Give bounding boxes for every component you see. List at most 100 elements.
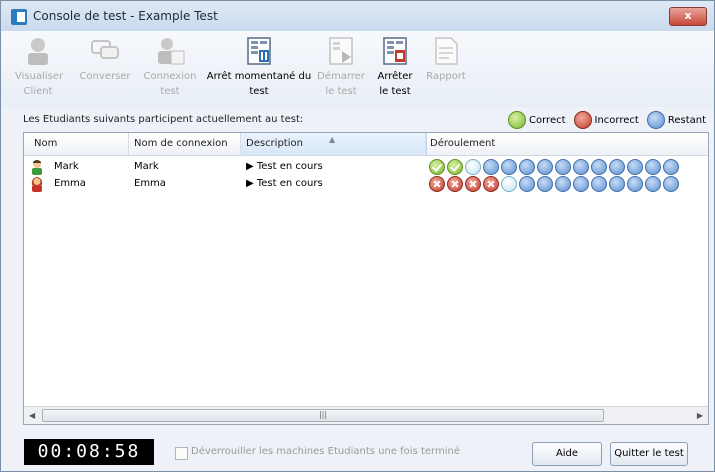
remaining-icon	[646, 111, 665, 129]
table-row[interactable]: Emma Emma ▶ Test en cours	[24, 176, 708, 192]
stop-document-icon	[383, 37, 407, 65]
progress-remaining-icon	[519, 176, 535, 192]
close-button[interactable]: x	[669, 7, 707, 26]
progress-remaining-icon	[627, 176, 643, 192]
horizontal-scrollbar[interactable]: ◀ ||| ▶	[24, 406, 708, 424]
progress-current-icon	[465, 159, 481, 175]
start-test-label: Démarrer	[317, 71, 365, 82]
column-header-progress[interactable]: Déroulement	[430, 138, 495, 149]
progress-remaining-icon	[663, 176, 679, 192]
view-client-label-2: Client	[23, 86, 53, 97]
student-name: Mark	[54, 161, 79, 172]
student-description: ▶ Test en cours	[246, 161, 323, 172]
chat-bubbles-icon	[91, 40, 119, 59]
student-male-icon	[32, 160, 42, 175]
progress-remaining-icon	[663, 159, 679, 175]
view-client-label: Visualiser	[15, 71, 64, 82]
play-document-icon	[329, 37, 353, 65]
legend-correct-label: Correct	[529, 114, 566, 126]
progress-remaining-icon	[555, 159, 571, 175]
app-icon	[11, 9, 27, 25]
sort-ascending-icon: ▲	[329, 135, 336, 144]
progress-remaining-icon	[537, 176, 553, 192]
test-console-window: Console de test - Example Test x Visuali…	[0, 0, 715, 472]
participants-prompt: Les Etudiants suivants participent actue…	[23, 114, 304, 125]
progress-incorrect-icon	[483, 176, 499, 192]
scrollbar-thumb[interactable]: |||	[42, 409, 604, 422]
title-bar: Console de test - Example Test x	[1, 1, 714, 31]
student-description: ▶ Test en cours	[246, 178, 323, 189]
quit-test-button[interactable]: Quitter le test	[610, 442, 688, 466]
connect-test-label: Connexion	[143, 71, 197, 82]
pause-document-icon	[247, 37, 271, 65]
progress-correct-icon	[447, 159, 463, 175]
window-title: Console de test - Example Test	[33, 9, 218, 23]
user-monitor-icon	[28, 38, 48, 65]
column-separator[interactable]	[425, 133, 426, 155]
unlock-machines-checkbox[interactable]	[175, 447, 188, 460]
student-progress	[429, 176, 679, 192]
progress-correct-icon	[429, 159, 445, 175]
progress-remaining-icon	[555, 176, 571, 192]
connect-test-button[interactable]: Connexion test	[141, 35, 199, 105]
progress-remaining-icon	[591, 159, 607, 175]
table-header: Nom Nom de connexion Description ▲ Dérou…	[24, 133, 708, 156]
progress-incorrect-icon	[447, 176, 463, 192]
report-document-icon	[435, 37, 458, 65]
elapsed-timer: 00:08:58	[24, 439, 154, 465]
correct-icon	[508, 111, 527, 129]
progress-remaining-icon	[609, 176, 625, 192]
pause-test-button[interactable]: Arrêt momentané du test	[201, 35, 317, 105]
toolbar: Visualiser Client Converser Connexion te…	[1, 31, 714, 107]
progress-remaining-icon	[537, 159, 553, 175]
student-name: Emma	[54, 178, 86, 189]
stop-test-label-2: le test	[379, 86, 411, 97]
students-table: Nom Nom de connexion Description ▲ Dérou…	[23, 132, 709, 425]
help-button[interactable]: Aide	[532, 442, 602, 466]
progress-incorrect-icon	[429, 176, 445, 192]
scroll-left-arrow[interactable]: ◀	[29, 411, 35, 420]
progress-remaining-icon	[483, 159, 499, 175]
pause-test-label-2: test	[249, 86, 269, 97]
column-separator[interactable]	[240, 133, 241, 155]
student-login: Mark	[134, 161, 159, 172]
scroll-right-arrow[interactable]: ▶	[697, 411, 703, 420]
progress-remaining-icon	[609, 159, 625, 175]
student-female-icon	[31, 177, 43, 192]
stop-test-button[interactable]: Arrêter le test	[373, 35, 417, 105]
connect-test-label-2: test	[160, 86, 180, 97]
table-row[interactable]: Mark Mark ▶ Test en cours	[24, 159, 708, 175]
column-header-login[interactable]: Nom de connexion	[134, 138, 228, 149]
progress-remaining-icon	[501, 159, 517, 175]
progress-legend: Correct Incorrect Restant	[500, 111, 706, 129]
progress-incorrect-icon	[465, 176, 481, 192]
chat-button[interactable]: Converser	[73, 35, 137, 105]
progress-remaining-icon	[591, 176, 607, 192]
view-client-button[interactable]: Visualiser Client	[15, 35, 64, 105]
progress-current-icon	[501, 176, 517, 192]
progress-remaining-icon	[645, 176, 661, 192]
start-test-label-2: le test	[325, 86, 357, 97]
progress-remaining-icon	[627, 159, 643, 175]
legend-incorrect-label: Incorrect	[594, 114, 639, 126]
progress-remaining-icon	[573, 159, 589, 175]
column-header-name[interactable]: Nom	[34, 138, 57, 149]
incorrect-icon	[573, 111, 592, 129]
scrollbar-grip: |||	[318, 410, 328, 419]
chat-label: Converser	[79, 71, 131, 82]
progress-remaining-icon	[573, 176, 589, 192]
column-header-description[interactable]: Description	[246, 138, 303, 149]
student-progress	[429, 159, 679, 175]
report-label: Rapport	[426, 71, 466, 82]
report-button[interactable]: Rapport	[421, 35, 471, 105]
start-test-button[interactable]: Démarrer le test	[315, 35, 367, 105]
legend-remaining-label: Restant	[667, 114, 706, 126]
user-test-icon	[158, 38, 185, 65]
progress-remaining-icon	[519, 159, 535, 175]
student-login: Emma	[134, 178, 166, 189]
column-separator[interactable]	[128, 133, 129, 155]
unlock-machines-label: Déverrouiller les machines Etudiants une…	[191, 446, 460, 457]
progress-remaining-icon	[645, 159, 661, 175]
pause-test-label: Arrêt momentané du	[206, 71, 312, 82]
stop-test-label: Arrêter	[377, 71, 413, 82]
